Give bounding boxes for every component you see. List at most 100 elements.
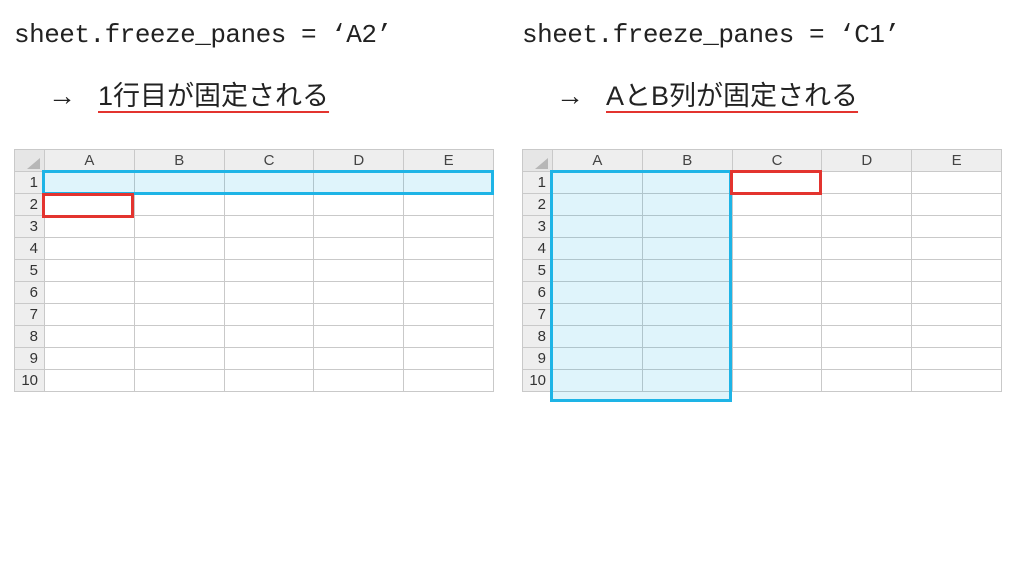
cell[interactable] [224, 260, 314, 282]
col-header[interactable]: D [822, 150, 912, 172]
cell[interactable] [642, 348, 732, 370]
cell[interactable] [404, 282, 494, 304]
cell[interactable] [314, 260, 404, 282]
row-header[interactable]: 3 [15, 216, 45, 238]
col-header[interactable]: E [404, 150, 494, 172]
row-header[interactable]: 1 [15, 172, 45, 194]
cell[interactable] [553, 348, 643, 370]
select-all-corner[interactable] [15, 150, 45, 172]
cell[interactable] [822, 260, 912, 282]
row-header[interactable]: 9 [15, 348, 45, 370]
cell[interactable] [224, 172, 314, 194]
cell[interactable] [45, 172, 135, 194]
row-header[interactable]: 5 [523, 260, 553, 282]
cell[interactable] [314, 348, 404, 370]
cell[interactable] [134, 370, 224, 392]
cell[interactable] [912, 370, 1002, 392]
row-header[interactable]: 1 [523, 172, 553, 194]
cell[interactable] [912, 326, 1002, 348]
col-header[interactable]: E [912, 150, 1002, 172]
cell[interactable] [822, 370, 912, 392]
col-header[interactable]: B [134, 150, 224, 172]
cell[interactable] [642, 282, 732, 304]
cell[interactable] [134, 348, 224, 370]
col-header[interactable]: B [642, 150, 732, 172]
col-header[interactable]: A [553, 150, 643, 172]
cell[interactable] [404, 238, 494, 260]
cell[interactable] [404, 216, 494, 238]
cell[interactable] [642, 216, 732, 238]
cell[interactable] [642, 326, 732, 348]
cell[interactable] [134, 282, 224, 304]
cell[interactable] [912, 172, 1002, 194]
row-header[interactable]: 10 [15, 370, 45, 392]
cell[interactable] [822, 194, 912, 216]
cell[interactable] [732, 370, 822, 392]
row-header[interactable]: 2 [15, 194, 45, 216]
cell[interactable] [553, 238, 643, 260]
col-header[interactable]: D [314, 150, 404, 172]
col-header[interactable]: C [224, 150, 314, 172]
cell[interactable] [314, 326, 404, 348]
cell[interactable] [404, 326, 494, 348]
cell[interactable] [45, 260, 135, 282]
cell[interactable] [822, 326, 912, 348]
cell[interactable] [822, 216, 912, 238]
cell[interactable] [553, 194, 643, 216]
row-header[interactable]: 7 [15, 304, 45, 326]
cell[interactable] [45, 282, 135, 304]
cell[interactable] [553, 304, 643, 326]
cell[interactable] [732, 238, 822, 260]
row-header[interactable]: 2 [523, 194, 553, 216]
cell[interactable] [642, 194, 732, 216]
cell[interactable] [314, 304, 404, 326]
cell[interactable] [404, 172, 494, 194]
cell[interactable] [134, 304, 224, 326]
cell[interactable] [45, 348, 135, 370]
cell[interactable] [642, 238, 732, 260]
cell[interactable] [224, 370, 314, 392]
cell[interactable] [553, 216, 643, 238]
row-header[interactable]: 10 [523, 370, 553, 392]
cell[interactable] [732, 172, 822, 194]
cell[interactable] [822, 282, 912, 304]
cell[interactable] [822, 304, 912, 326]
cell[interactable] [224, 282, 314, 304]
cell[interactable] [45, 194, 135, 216]
cell[interactable] [822, 348, 912, 370]
cell[interactable] [732, 326, 822, 348]
cell[interactable] [314, 194, 404, 216]
cell[interactable] [224, 194, 314, 216]
cell[interactable] [134, 216, 224, 238]
cell[interactable] [404, 370, 494, 392]
row-header[interactable]: 4 [15, 238, 45, 260]
cell[interactable] [732, 304, 822, 326]
cell[interactable] [912, 238, 1002, 260]
cell[interactable] [912, 216, 1002, 238]
cell[interactable] [732, 348, 822, 370]
row-header[interactable]: 8 [523, 326, 553, 348]
cell[interactable] [224, 304, 314, 326]
cell[interactable] [822, 238, 912, 260]
cell[interactable] [314, 172, 404, 194]
cell[interactable] [732, 216, 822, 238]
cell[interactable] [134, 194, 224, 216]
cell[interactable] [314, 216, 404, 238]
cell[interactable] [45, 238, 135, 260]
cell[interactable] [224, 238, 314, 260]
row-header[interactable]: 6 [15, 282, 45, 304]
cell[interactable] [224, 326, 314, 348]
cell[interactable] [642, 370, 732, 392]
cell[interactable] [553, 282, 643, 304]
col-header[interactable]: C [732, 150, 822, 172]
col-header[interactable]: A [45, 150, 135, 172]
row-header[interactable]: 3 [523, 216, 553, 238]
cell[interactable] [314, 282, 404, 304]
cell[interactable] [732, 282, 822, 304]
cell[interactable] [553, 326, 643, 348]
cell[interactable] [224, 348, 314, 370]
cell[interactable] [404, 304, 494, 326]
cell[interactable] [732, 194, 822, 216]
cell[interactable] [134, 326, 224, 348]
cell[interactable] [404, 194, 494, 216]
